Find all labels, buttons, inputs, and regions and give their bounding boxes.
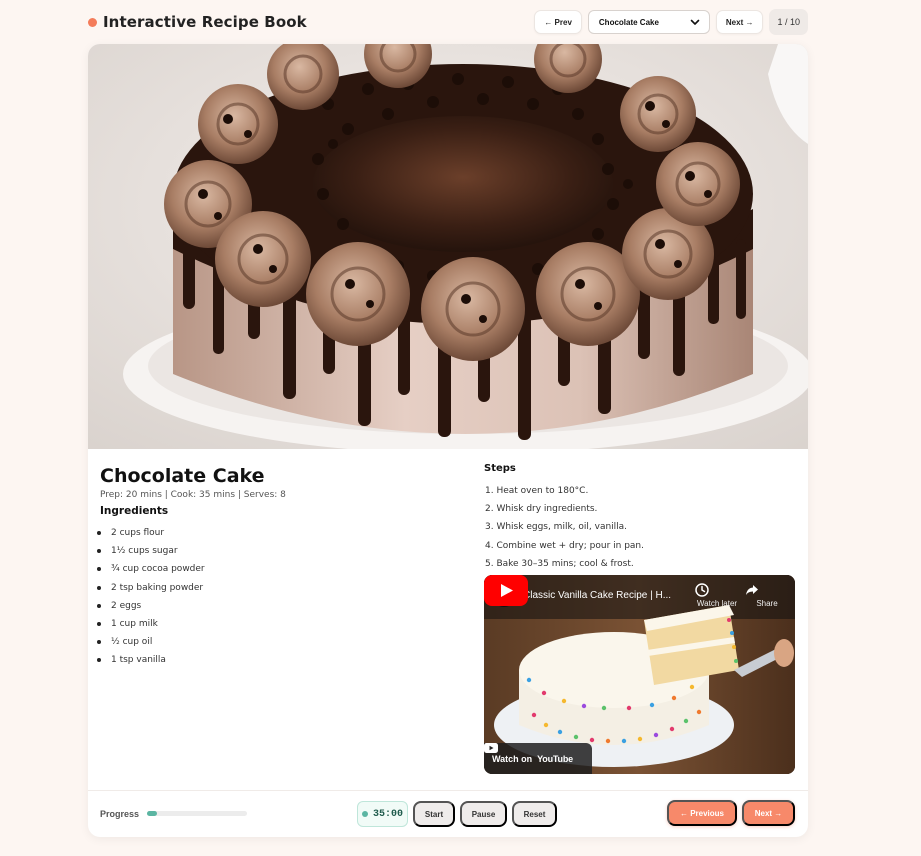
- share-button[interactable]: Share: [745, 583, 789, 608]
- list-item: 2 eggs: [97, 597, 205, 615]
- recipe-select[interactable]: Chocolate Cake: [587, 10, 710, 34]
- ingredient-text: ¾ cup cocoa powder: [111, 564, 205, 575]
- bullet-icon: [97, 585, 101, 590]
- bullet-icon: [97, 640, 101, 645]
- recipe-card: Chocolate Cake Prep: 20 mins | Cook: 35 …: [88, 44, 808, 837]
- share-icon: [746, 585, 758, 595]
- youtube-icon: [484, 743, 498, 753]
- youtube-wordmark: YouTube: [537, 753, 573, 764]
- video-embed[interactable]: ✿ Classic Vanilla Cake Recipe | H... Wat…: [484, 575, 795, 774]
- timer-dot-icon: [361, 811, 368, 817]
- recipe-select-value: Chocolate Cake: [598, 17, 659, 27]
- brand-dot-icon: [88, 17, 97, 27]
- step-item: 4. Combine wet + dry; pour in pan.: [485, 540, 644, 551]
- bullet-icon: [97, 603, 101, 608]
- play-icon[interactable]: [484, 575, 528, 606]
- app-title: Interactive Recipe Book: [103, 13, 307, 31]
- bullet-icon: [97, 567, 101, 572]
- video-title[interactable]: Classic Vanilla Cake Recipe | H...: [523, 590, 688, 601]
- list-item: 2 cups flour: [97, 524, 205, 542]
- chevron-down-icon: [690, 19, 700, 25]
- ingredients-heading: Ingredients: [100, 505, 169, 517]
- ingredient-text: 1 cup milk: [111, 618, 158, 629]
- ingredient-text: 2 eggs: [111, 600, 142, 611]
- ingredient-text: 1½ cups sugar: [111, 546, 178, 557]
- youtube-logo: YouTube: [484, 743, 573, 764]
- prev-recipe-button[interactable]: ← Prev: [534, 10, 582, 34]
- list-item: ¾ cup cocoa powder: [97, 560, 205, 578]
- cake-illustration: [88, 44, 808, 449]
- header-nav: ← Prev Chocolate Cake Next → 1 / 10: [534, 9, 808, 35]
- list-item: 1½ cups sugar: [97, 542, 205, 560]
- list-item: 2 tsp baking powder: [97, 579, 205, 597]
- ingredient-text: 2 tsp baking powder: [111, 582, 204, 593]
- recipe-meta: Prep: 20 mins | Cook: 35 mins | Serves: …: [100, 490, 286, 500]
- list-item: ½ cup oil: [97, 633, 205, 651]
- bullet-icon: [97, 531, 101, 536]
- ingredient-text: ½ cup oil: [111, 637, 153, 648]
- timer-value: 35:00: [372, 808, 403, 820]
- previous-step-button[interactable]: ← Previous: [667, 800, 737, 826]
- bullet-icon: [97, 622, 101, 627]
- watch-on-label: Watch on: [492, 753, 533, 764]
- timer-display: 35:00: [357, 801, 408, 827]
- ingredient-text: 1 tsp vanilla: [111, 655, 166, 666]
- clock-icon: [695, 583, 709, 597]
- watch-later-label: Watch later: [696, 599, 738, 608]
- ingredient-text: 2 cups flour: [111, 528, 165, 538]
- bullet-icon: [97, 549, 101, 554]
- progress-fill: [147, 811, 157, 816]
- reset-timer-button[interactable]: Reset: [512, 801, 557, 827]
- card-footer: Progress 35:00 Start Pause Reset ← Previ…: [88, 790, 808, 837]
- recipe-title: Chocolate Cake: [100, 465, 265, 487]
- list-item: 1 cup milk: [97, 615, 205, 633]
- ingredients-list: 2 cups flour 1½ cups sugar ¾ cup cocoa p…: [97, 524, 205, 670]
- next-step-button[interactable]: Next →: [742, 800, 795, 826]
- progress-bar: [147, 811, 247, 816]
- step-item: 5. Bake 30–35 mins; cool & frost.: [485, 558, 634, 569]
- recipe-hero-image: [88, 44, 808, 449]
- pause-timer-button[interactable]: Pause: [460, 801, 507, 827]
- next-recipe-button[interactable]: Next →: [715, 10, 764, 34]
- share-label: Share: [756, 599, 778, 608]
- recipe-counter: 1 / 10: [769, 9, 808, 35]
- progress-label: Progress: [100, 809, 140, 819]
- steps-list: 1. Heat oven to 180°C. 2. Whisk dry ingr…: [485, 482, 644, 573]
- watch-on-youtube-button[interactable]: Watch on YouTube: [484, 743, 592, 774]
- start-timer-button[interactable]: Start: [413, 801, 455, 827]
- step-item: 3. Whisk eggs, milk, oil, vanilla.: [485, 522, 628, 533]
- app-header: Interactive Recipe Book ← Prev Chocolate…: [88, 8, 808, 36]
- watch-later-button[interactable]: Watch later: [695, 583, 739, 608]
- step-item: 2. Whisk dry ingredients.: [485, 504, 598, 515]
- list-item: 1 tsp vanilla: [97, 651, 205, 669]
- steps-heading: Steps: [484, 463, 516, 474]
- bullet-icon: [97, 658, 101, 663]
- step-item: 1. Heat oven to 180°C.: [485, 486, 589, 496]
